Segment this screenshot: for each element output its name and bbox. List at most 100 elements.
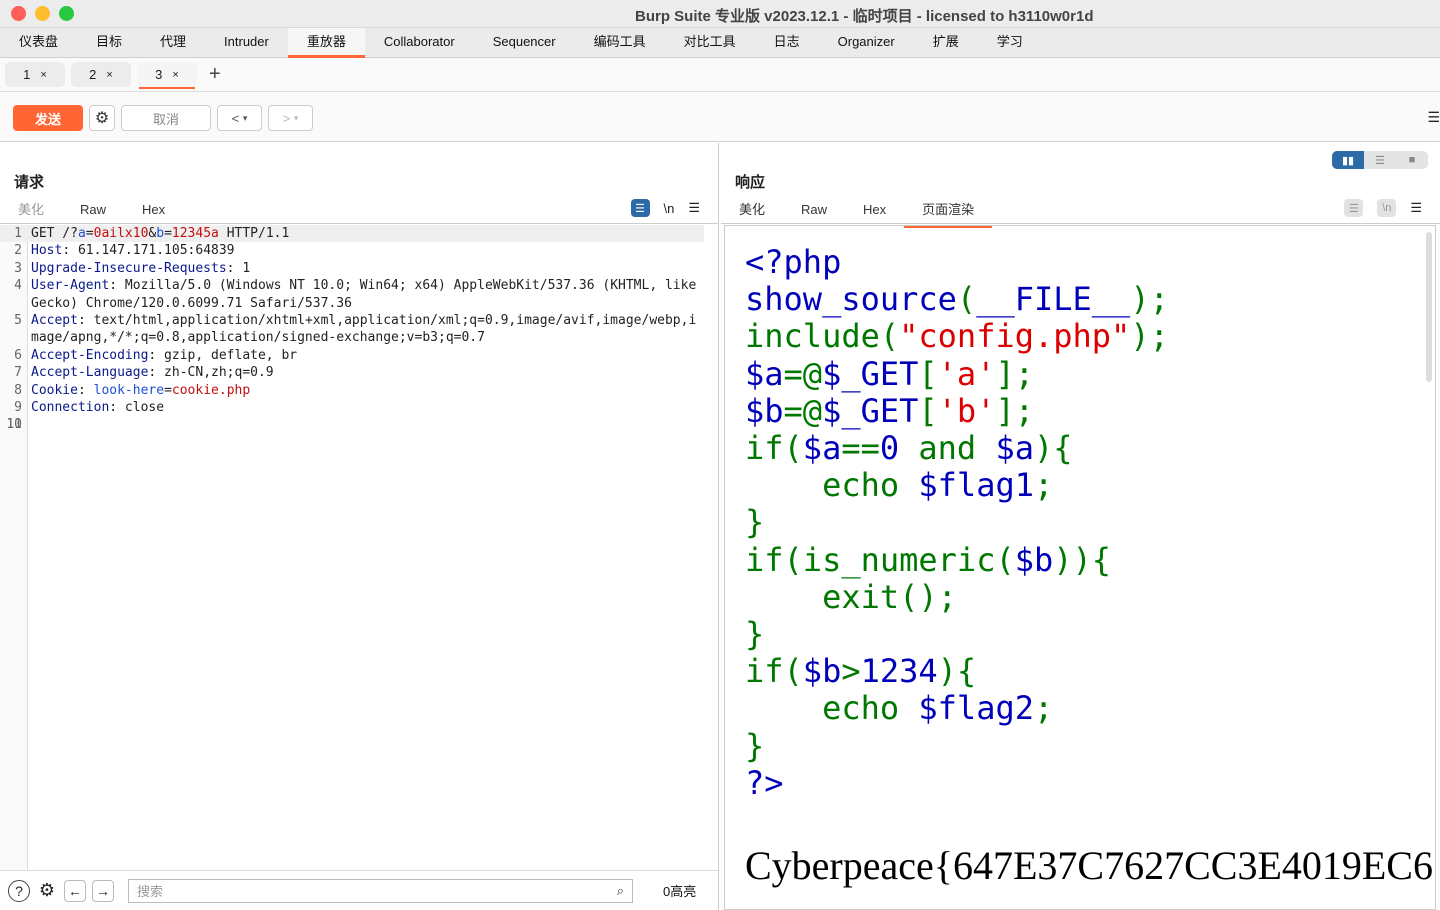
- help-icon[interactable]: ?: [8, 880, 30, 902]
- code-token: (: [957, 280, 976, 318]
- token: Upgrade-Insecure-Requests: [31, 261, 227, 276]
- token: Accept-Encoding: [31, 348, 148, 363]
- code-line: $a=@$_GET['a'];: [745, 356, 1435, 393]
- zoom-window-button[interactable]: [59, 6, 74, 21]
- request-tab-raw[interactable]: Raw: [62, 201, 124, 223]
- cancel-button[interactable]: 取消: [121, 105, 211, 131]
- code-line: include("config.php");: [745, 318, 1435, 355]
- code-token: =@: [784, 392, 823, 430]
- token: HTTP/1.1: [219, 226, 289, 241]
- token: Cookie: [31, 383, 78, 398]
- forward-dropdown-icon[interactable]: ▾: [294, 113, 299, 124]
- menu-item[interactable]: 对比工具: [665, 28, 755, 57]
- code-token: ){: [938, 652, 977, 690]
- code-line: show_source(__FILE__);: [745, 281, 1435, 318]
- code-token: [: [918, 392, 937, 430]
- menu-item[interactable]: 目标: [77, 28, 141, 57]
- token: :: [78, 383, 94, 398]
- single-tab-layout-icon[interactable]: ■: [1396, 151, 1428, 169]
- back-history-button[interactable]: < ▾: [217, 105, 262, 131]
- close-window-button[interactable]: [11, 6, 26, 21]
- line-number: 9: [0, 399, 22, 416]
- code-token: ==: [841, 429, 880, 467]
- close-tab-icon[interactable]: ×: [40, 69, 46, 81]
- token: : close: [109, 400, 164, 415]
- request-line: 4User-Agent: Mozilla/5.0 (Windows NT 10.…: [0, 277, 718, 312]
- response-tab[interactable]: 页面渲染: [904, 201, 992, 223]
- request-line: 1GET /?a=0ailx10&b=12345a HTTP/1.1: [0, 225, 704, 242]
- menu-item[interactable]: 扩展: [914, 28, 978, 57]
- previous-match-arrow-icon[interactable]: ←: [64, 880, 86, 902]
- code-line: echo $flag1;: [745, 467, 1435, 504]
- show-newlines-button[interactable]: \n: [1377, 199, 1396, 217]
- request-view-tabs: 美化RawHex: [0, 201, 718, 224]
- search-footer: ? ⚙ ← → 搜索 ⌕ 0高亮: [0, 870, 718, 910]
- token: =: [164, 383, 172, 398]
- menu-item[interactable]: Organizer: [819, 28, 914, 57]
- menu-item[interactable]: Collaborator: [365, 28, 474, 57]
- code-token: }: [745, 727, 764, 765]
- back-dropdown-icon[interactable]: ▾: [243, 113, 248, 124]
- code-token: if(is_numeric(: [745, 541, 1015, 579]
- token: cookie.php: [172, 383, 250, 398]
- scrollbar[interactable]: [1426, 232, 1432, 382]
- code-line: }: [745, 504, 1435, 541]
- menu-item[interactable]: 仪表盘: [0, 28, 77, 57]
- response-tab[interactable]: Hex: [845, 201, 904, 223]
- forward-history-button[interactable]: > ▾: [268, 105, 313, 131]
- token: GET /?: [31, 226, 78, 241]
- menu-item[interactable]: 学习: [978, 28, 1042, 57]
- search-input[interactable]: 搜索 ⌕: [128, 879, 633, 903]
- search-placeholder: 搜索: [137, 881, 163, 900]
- token: Host: [31, 243, 62, 258]
- line-number: 8: [0, 382, 22, 399]
- token: User-Agent: [31, 278, 109, 293]
- menu-item[interactable]: Sequencer: [474, 28, 575, 57]
- close-tab-icon[interactable]: ×: [172, 69, 178, 81]
- layout-menu-icon[interactable]: ☰: [1427, 109, 1440, 126]
- side-by-side-layout-icon[interactable]: ▮▮: [1332, 151, 1364, 169]
- code-token: ];: [995, 392, 1034, 430]
- window-title: Burp Suite 专业版 v2023.12.1 - 临时项目 - licen…: [635, 5, 1093, 26]
- repeater-tab-1[interactable]: 1×: [5, 62, 65, 87]
- settings-gear-icon[interactable]: ⚙: [36, 880, 58, 902]
- code-token: if(: [745, 652, 803, 690]
- code-line: exit();: [745, 579, 1435, 616]
- request-pane: 请求 美化RawHex ☰ \n ☰ 1GET /?a=0ailx10&b=12…: [0, 143, 719, 910]
- add-tab-button[interactable]: +: [209, 63, 221, 86]
- menu-item[interactable]: 日志: [755, 28, 819, 57]
- menu-item[interactable]: 编码工具: [575, 28, 665, 57]
- request-tab-hex[interactable]: Hex: [124, 201, 183, 223]
- code-token: ){: [1034, 429, 1073, 467]
- request-line: 6Accept-Encoding: gzip, deflate, br: [0, 347, 718, 364]
- token: : 1: [227, 261, 250, 276]
- code-token: include(: [745, 317, 899, 355]
- minimize-window-button[interactable]: [35, 6, 50, 21]
- code-token: $a: [745, 355, 784, 393]
- close-tab-icon[interactable]: ×: [106, 69, 112, 81]
- response-tab[interactable]: 美化: [721, 201, 783, 223]
- code-token: $a: [995, 429, 1034, 467]
- repeater-tab-2[interactable]: 2×: [71, 62, 131, 87]
- editor-menu-icon[interactable]: ☰: [1410, 200, 1422, 216]
- request-tab-美化[interactable]: 美化: [0, 201, 62, 223]
- wrap-lines-icon[interactable]: ☰: [1344, 199, 1363, 217]
- editor-menu-icon[interactable]: ☰: [688, 200, 700, 216]
- repeater-tab-3[interactable]: 3×: [137, 62, 197, 87]
- wrap-lines-icon[interactable]: ☰: [631, 199, 650, 217]
- show-newlines-button[interactable]: \n: [664, 201, 675, 216]
- send-button[interactable]: 发送: [13, 105, 83, 131]
- token: Connection: [31, 400, 109, 415]
- response-tab[interactable]: Raw: [783, 201, 845, 223]
- menu-item[interactable]: Intruder: [205, 28, 288, 57]
- stacked-layout-icon[interactable]: ☰: [1364, 151, 1396, 169]
- code-token: }: [745, 615, 764, 653]
- menu-item[interactable]: 重放器: [288, 28, 365, 57]
- next-match-arrow-icon[interactable]: →: [92, 880, 114, 902]
- code-token: ?>: [745, 764, 784, 802]
- line-number: 7: [0, 364, 22, 381]
- settings-gear-icon[interactable]: ⚙: [89, 105, 115, 131]
- menu-item[interactable]: 代理: [141, 28, 205, 57]
- request-editor[interactable]: 1GET /?a=0ailx10&b=12345a HTTP/1.12Host:…: [0, 225, 718, 870]
- code-token: $flag1: [918, 466, 1034, 504]
